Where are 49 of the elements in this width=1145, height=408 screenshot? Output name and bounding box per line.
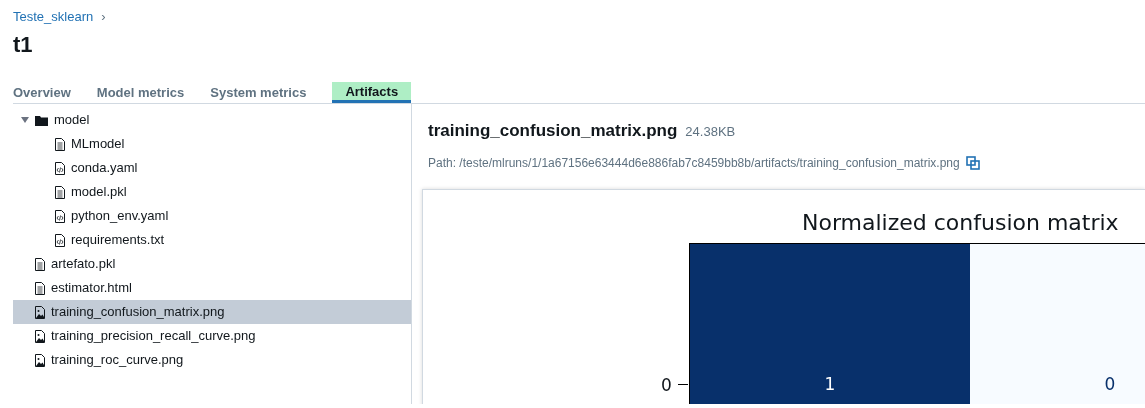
tree-item[interactable]: model [13, 108, 411, 132]
tree-item[interactable]: model.pkl [13, 180, 411, 204]
breadcrumb-separator: › [101, 8, 106, 27]
tree-item[interactable]: estimator.html [13, 276, 411, 300]
file-name: artefato.pkl [51, 255, 116, 274]
tab[interactable]: System metrics [210, 82, 333, 103]
cell-value: 1 [824, 372, 836, 394]
file-name: MLmodel [71, 135, 125, 154]
code-file-icon [55, 233, 65, 247]
tree-item[interactable]: conda.yaml [13, 156, 411, 180]
tree-item[interactable]: artefato.pkl [13, 252, 411, 276]
file-name: conda.yaml [71, 159, 138, 178]
tab[interactable]: Overview [13, 82, 97, 103]
tree-item[interactable]: training_precision_recall_curve.png [13, 324, 411, 348]
tree-item[interactable]: python_env.yaml [13, 204, 411, 228]
file-name: python_env.yaml [71, 207, 169, 226]
chart-title: Normalized confusion matrix [802, 208, 1119, 237]
tab[interactable]: Model metrics [96, 82, 211, 103]
file-name: model.pkl [71, 183, 127, 202]
code-file-icon [55, 161, 65, 175]
caret-icon[interactable] [21, 116, 29, 124]
file-name: training_confusion_matrix.png [428, 120, 678, 142]
breadcrumb-link[interactable]: Teste_sklearn [13, 7, 94, 27]
tree-item[interactable]: MLmodel [13, 132, 411, 156]
file-icon [55, 137, 65, 151]
axis-tick-label: 0 [661, 373, 672, 397]
file-name: estimator.html [51, 279, 132, 298]
image-file-icon [35, 305, 45, 319]
image-file-icon [35, 353, 45, 367]
tab[interactable]: Artifacts [332, 82, 412, 103]
image-file-icon [35, 329, 45, 343]
folder-icon [35, 114, 48, 126]
file-name: training_confusion_matrix.png [51, 303, 225, 322]
code-file-icon [55, 209, 65, 223]
tree-item[interactable]: training_confusion_matrix.png [13, 300, 411, 324]
file-icon [35, 281, 45, 295]
file-icon [55, 185, 65, 199]
file-name: model [54, 111, 90, 130]
cell-value: 0 [1104, 372, 1116, 394]
tree-item[interactable]: training_roc_curve.png [13, 348, 411, 372]
copy-icon[interactable] [965, 155, 980, 170]
file-name: training_roc_curve.png [51, 351, 184, 370]
file-size: 24.38KB [685, 123, 736, 141]
file-icon [35, 257, 45, 271]
file-path: Path: /teste/mlruns/1/1a67156e63444d6e886fab7c8459bb8b/artifacts/training_confusion_matrix.png [428, 154, 960, 172]
tree-item[interactable]: requirements.txt [13, 228, 411, 252]
file-name: training_precision_recall_curve.png [51, 327, 256, 346]
run-title: t1 [13, 31, 34, 59]
file-name: requirements.txt [71, 231, 165, 250]
